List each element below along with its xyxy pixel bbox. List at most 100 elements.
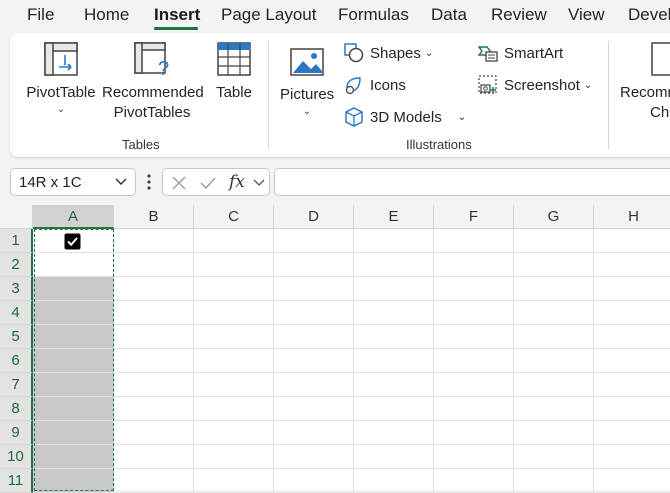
cell-g6[interactable] [514, 349, 594, 373]
row-header-9[interactable]: 9 [0, 421, 33, 445]
cell-h8[interactable] [594, 397, 670, 421]
cell-g5[interactable] [514, 325, 594, 349]
menu-home[interactable]: Home [84, 5, 129, 25]
cancel-icon[interactable] [171, 175, 187, 191]
cell-c11[interactable] [194, 469, 274, 493]
cell-e7[interactable] [354, 373, 434, 397]
cell-b4[interactable] [114, 301, 194, 325]
cell-h3[interactable] [594, 277, 670, 301]
cell-g3[interactable] [514, 277, 594, 301]
cell-e3[interactable] [354, 277, 434, 301]
cell-e2[interactable] [354, 253, 434, 277]
cell-e5[interactable] [354, 325, 434, 349]
menu-file[interactable]: File [27, 5, 54, 25]
cell-c10[interactable] [194, 445, 274, 469]
column-header-f[interactable]: F [434, 205, 514, 229]
table-button[interactable]: Table [210, 41, 258, 103]
row-header-5[interactable]: 5 [0, 325, 33, 349]
menu-view[interactable]: View [568, 5, 605, 25]
cell-d7[interactable] [274, 373, 354, 397]
cell-c2[interactable] [194, 253, 274, 277]
column-header-c[interactable]: C [194, 205, 274, 229]
cell-b3[interactable] [114, 277, 194, 301]
row-header-1[interactable]: 1 [0, 229, 33, 253]
cell-g7[interactable] [514, 373, 594, 397]
cell-d6[interactable] [274, 349, 354, 373]
formula-input[interactable] [274, 168, 670, 196]
menu-insert[interactable]: Insert [154, 5, 200, 25]
row-header-8[interactable]: 8 [0, 397, 33, 421]
cell-c1[interactable] [194, 229, 274, 253]
pictures-button[interactable]: Pictures ⌄ [280, 47, 334, 119]
cell-g8[interactable] [514, 397, 594, 421]
chevron-down-icon[interactable] [253, 178, 265, 188]
cell-f5[interactable] [434, 325, 514, 349]
column-header-h[interactable]: H [594, 205, 670, 229]
cell-h9[interactable] [594, 421, 670, 445]
cell-a8[interactable] [33, 397, 114, 421]
menu-formulas[interactable]: Formulas [338, 5, 409, 25]
column-header-b[interactable]: B [114, 205, 194, 229]
cell-d10[interactable] [274, 445, 354, 469]
cell-a7[interactable] [33, 373, 114, 397]
cell-b6[interactable] [114, 349, 194, 373]
cell-c6[interactable] [194, 349, 274, 373]
select-all-corner[interactable] [0, 205, 33, 229]
cell-a11[interactable] [33, 469, 114, 493]
cell-f3[interactable] [434, 277, 514, 301]
row-header-2[interactable]: 2 [0, 253, 33, 277]
cell-g11[interactable] [514, 469, 594, 493]
cell-e4[interactable] [354, 301, 434, 325]
cell-g4[interactable] [514, 301, 594, 325]
cell-d5[interactable] [274, 325, 354, 349]
pivottable-button[interactable]: PivotTable ⌄ [26, 41, 96, 117]
enter-icon[interactable] [199, 175, 217, 191]
cell-f4[interactable] [434, 301, 514, 325]
insert-function-icon[interactable]: fx [229, 172, 245, 192]
recommended-charts-button[interactable]: Recomm Ch [620, 41, 670, 123]
menu-review[interactable]: Review [491, 5, 547, 25]
cell-c4[interactable] [194, 301, 274, 325]
cell-b7[interactable] [114, 373, 194, 397]
cell-e11[interactable] [354, 469, 434, 493]
cell-c8[interactable] [194, 397, 274, 421]
recommended-pivottables-button[interactable]: ? Recommended PivotTables [102, 41, 204, 123]
cell-a6[interactable] [33, 349, 114, 373]
cell-b2[interactable] [114, 253, 194, 277]
menu-page-layout[interactable]: Page Layout [221, 5, 316, 25]
cell-d8[interactable] [274, 397, 354, 421]
cell-a3[interactable] [33, 277, 114, 301]
menu-data[interactable]: Data [431, 5, 467, 25]
cell-g10[interactable] [514, 445, 594, 469]
cell-a2[interactable] [33, 253, 114, 277]
cell-h6[interactable] [594, 349, 670, 373]
cell-a5[interactable] [33, 325, 114, 349]
cell-g2[interactable] [514, 253, 594, 277]
cell-f1[interactable] [434, 229, 514, 253]
cell-g1[interactable] [514, 229, 594, 253]
cell-a9[interactable] [33, 421, 114, 445]
cell-g9[interactable] [514, 421, 594, 445]
screenshot-button[interactable]: Screenshot ⌄ [478, 75, 592, 95]
cell-b1[interactable] [114, 229, 194, 253]
cell-d3[interactable] [274, 277, 354, 301]
cell-f6[interactable] [434, 349, 514, 373]
cell-f9[interactable] [434, 421, 514, 445]
cell-a10[interactable] [33, 445, 114, 469]
cell-f2[interactable] [434, 253, 514, 277]
row-header-3[interactable]: 3 [0, 277, 33, 301]
cell-h11[interactable] [594, 469, 670, 493]
chevron-down-icon[interactable] [115, 177, 127, 187]
cell-b11[interactable] [114, 469, 194, 493]
cell-d9[interactable] [274, 421, 354, 445]
cell-e1[interactable] [354, 229, 434, 253]
cell-h5[interactable] [594, 325, 670, 349]
cell-f8[interactable] [434, 397, 514, 421]
cell-f7[interactable] [434, 373, 514, 397]
menu-developer[interactable]: Devel [628, 5, 670, 25]
name-box[interactable]: 14R x 1C [10, 168, 136, 196]
icons-button[interactable]: Icons [344, 75, 406, 95]
cell-b5[interactable] [114, 325, 194, 349]
column-header-d[interactable]: D [274, 205, 354, 229]
cell-c5[interactable] [194, 325, 274, 349]
